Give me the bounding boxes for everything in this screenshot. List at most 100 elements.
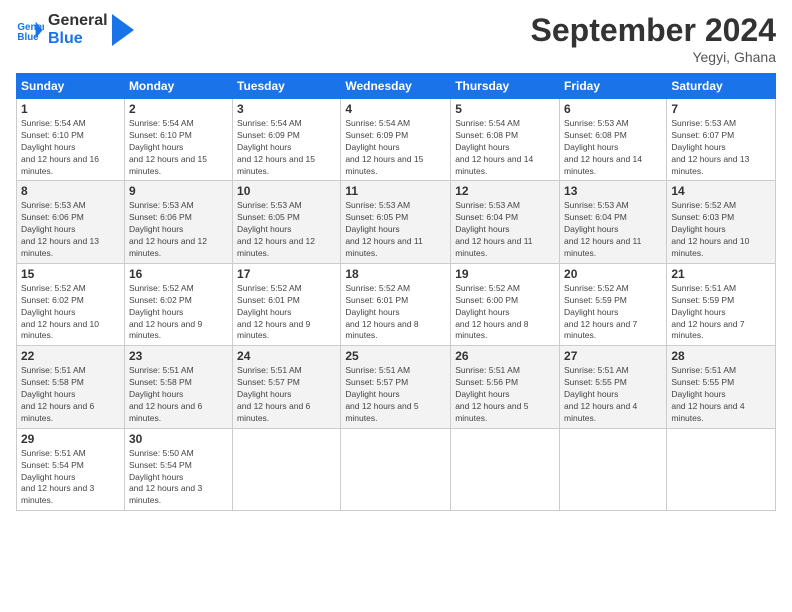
calendar-table: Sunday Monday Tuesday Wednesday Thursday… (16, 73, 776, 511)
table-cell: 10 Sunrise: 5:53 AM Sunset: 6:05 PM Dayl… (233, 181, 341, 263)
day-info: Sunrise: 5:53 AM Sunset: 6:05 PM Dayligh… (237, 200, 336, 259)
day-number: 14 (671, 184, 771, 198)
day-info: Sunrise: 5:50 AM Sunset: 5:54 PM Dayligh… (129, 448, 228, 507)
col-wednesday: Wednesday (341, 74, 451, 99)
day-info: Sunrise: 5:53 AM Sunset: 6:04 PM Dayligh… (455, 200, 555, 259)
table-cell: 16 Sunrise: 5:52 AM Sunset: 6:02 PM Dayl… (124, 263, 232, 345)
week-row-1: 1 Sunrise: 5:54 AM Sunset: 6:10 PM Dayli… (17, 99, 776, 181)
day-info: Sunrise: 5:53 AM Sunset: 6:04 PM Dayligh… (564, 200, 662, 259)
col-sunday: Sunday (17, 74, 125, 99)
table-cell: 4 Sunrise: 5:54 AM Sunset: 6:09 PM Dayli… (341, 99, 451, 181)
day-info: Sunrise: 5:53 AM Sunset: 6:06 PM Dayligh… (129, 200, 228, 259)
day-info: Sunrise: 5:54 AM Sunset: 6:08 PM Dayligh… (455, 118, 555, 177)
table-cell: 5 Sunrise: 5:54 AM Sunset: 6:08 PM Dayli… (451, 99, 560, 181)
col-monday: Monday (124, 74, 232, 99)
day-info: Sunrise: 5:54 AM Sunset: 6:10 PM Dayligh… (129, 118, 228, 177)
table-cell: 19 Sunrise: 5:52 AM Sunset: 6:00 PM Dayl… (451, 263, 560, 345)
week-row-2: 8 Sunrise: 5:53 AM Sunset: 6:06 PM Dayli… (17, 181, 776, 263)
location: Yegyi, Ghana (531, 49, 776, 65)
day-info: Sunrise: 5:51 AM Sunset: 5:55 PM Dayligh… (564, 365, 662, 424)
day-number: 17 (237, 267, 336, 281)
day-number: 9 (129, 184, 228, 198)
day-number: 10 (237, 184, 336, 198)
day-number: 22 (21, 349, 120, 363)
table-cell (233, 428, 341, 510)
weekday-header-row: Sunday Monday Tuesday Wednesday Thursday… (17, 74, 776, 99)
day-number: 23 (129, 349, 228, 363)
table-cell: 28 Sunrise: 5:51 AM Sunset: 5:55 PM Dayl… (667, 346, 776, 428)
table-cell: 3 Sunrise: 5:54 AM Sunset: 6:09 PM Dayli… (233, 99, 341, 181)
table-cell: 8 Sunrise: 5:53 AM Sunset: 6:06 PM Dayli… (17, 181, 125, 263)
day-info: Sunrise: 5:53 AM Sunset: 6:07 PM Dayligh… (671, 118, 771, 177)
day-number: 8 (21, 184, 120, 198)
table-cell: 15 Sunrise: 5:52 AM Sunset: 6:02 PM Dayl… (17, 263, 125, 345)
logo: General Blue General Blue (16, 12, 134, 47)
logo-icon: General Blue (16, 16, 44, 44)
col-friday: Friday (560, 74, 667, 99)
day-number: 24 (237, 349, 336, 363)
table-cell: 12 Sunrise: 5:53 AM Sunset: 6:04 PM Dayl… (451, 181, 560, 263)
day-info: Sunrise: 5:53 AM Sunset: 6:06 PM Dayligh… (21, 200, 120, 259)
day-number: 7 (671, 102, 771, 116)
header: General Blue General Blue September 2024… (16, 12, 776, 65)
day-info: Sunrise: 5:52 AM Sunset: 6:02 PM Dayligh… (129, 283, 228, 342)
table-cell: 1 Sunrise: 5:54 AM Sunset: 6:10 PM Dayli… (17, 99, 125, 181)
table-cell: 26 Sunrise: 5:51 AM Sunset: 5:56 PM Dayl… (451, 346, 560, 428)
day-info: Sunrise: 5:54 AM Sunset: 6:10 PM Dayligh… (21, 118, 120, 177)
table-cell: 30 Sunrise: 5:50 AM Sunset: 5:54 PM Dayl… (124, 428, 232, 510)
week-row-5: 29 Sunrise: 5:51 AM Sunset: 5:54 PM Dayl… (17, 428, 776, 510)
day-number: 16 (129, 267, 228, 281)
title-block: September 2024 Yegyi, Ghana (531, 12, 776, 65)
table-cell: 11 Sunrise: 5:53 AM Sunset: 6:05 PM Dayl… (341, 181, 451, 263)
day-info: Sunrise: 5:51 AM Sunset: 5:57 PM Dayligh… (345, 365, 446, 424)
day-number: 13 (564, 184, 662, 198)
table-cell: 13 Sunrise: 5:53 AM Sunset: 6:04 PM Dayl… (560, 181, 667, 263)
day-number: 25 (345, 349, 446, 363)
day-number: 21 (671, 267, 771, 281)
week-row-3: 15 Sunrise: 5:52 AM Sunset: 6:02 PM Dayl… (17, 263, 776, 345)
day-number: 20 (564, 267, 662, 281)
day-info: Sunrise: 5:52 AM Sunset: 6:03 PM Dayligh… (671, 200, 771, 259)
logo-arrow-icon (112, 14, 134, 46)
day-info: Sunrise: 5:52 AM Sunset: 6:01 PM Dayligh… (345, 283, 446, 342)
day-number: 5 (455, 102, 555, 116)
day-number: 12 (455, 184, 555, 198)
table-cell (451, 428, 560, 510)
table-cell: 18 Sunrise: 5:52 AM Sunset: 6:01 PM Dayl… (341, 263, 451, 345)
table-cell: 22 Sunrise: 5:51 AM Sunset: 5:58 PM Dayl… (17, 346, 125, 428)
day-info: Sunrise: 5:53 AM Sunset: 6:08 PM Dayligh… (564, 118, 662, 177)
table-cell (667, 428, 776, 510)
day-info: Sunrise: 5:51 AM Sunset: 5:58 PM Dayligh… (21, 365, 120, 424)
day-info: Sunrise: 5:51 AM Sunset: 5:59 PM Dayligh… (671, 283, 771, 342)
table-cell: 29 Sunrise: 5:51 AM Sunset: 5:54 PM Dayl… (17, 428, 125, 510)
day-info: Sunrise: 5:53 AM Sunset: 6:05 PM Dayligh… (345, 200, 446, 259)
day-number: 19 (455, 267, 555, 281)
table-cell: 23 Sunrise: 5:51 AM Sunset: 5:58 PM Dayl… (124, 346, 232, 428)
table-cell: 20 Sunrise: 5:52 AM Sunset: 5:59 PM Dayl… (560, 263, 667, 345)
table-cell: 7 Sunrise: 5:53 AM Sunset: 6:07 PM Dayli… (667, 99, 776, 181)
month-title: September 2024 (531, 12, 776, 49)
day-number: 29 (21, 432, 120, 446)
table-cell (560, 428, 667, 510)
day-number: 26 (455, 349, 555, 363)
day-info: Sunrise: 5:51 AM Sunset: 5:54 PM Dayligh… (21, 448, 120, 507)
day-number: 18 (345, 267, 446, 281)
table-cell: 21 Sunrise: 5:51 AM Sunset: 5:59 PM Dayl… (667, 263, 776, 345)
table-cell: 6 Sunrise: 5:53 AM Sunset: 6:08 PM Dayli… (560, 99, 667, 181)
day-info: Sunrise: 5:51 AM Sunset: 5:57 PM Dayligh… (237, 365, 336, 424)
day-info: Sunrise: 5:52 AM Sunset: 6:01 PM Dayligh… (237, 283, 336, 342)
table-cell (341, 428, 451, 510)
col-saturday: Saturday (667, 74, 776, 99)
logo-general: General (48, 12, 108, 30)
page: General Blue General Blue September 2024… (0, 0, 792, 612)
logo-blue: Blue (48, 30, 108, 48)
table-cell: 14 Sunrise: 5:52 AM Sunset: 6:03 PM Dayl… (667, 181, 776, 263)
day-number: 28 (671, 349, 771, 363)
week-row-4: 22 Sunrise: 5:51 AM Sunset: 5:58 PM Dayl… (17, 346, 776, 428)
day-number: 15 (21, 267, 120, 281)
col-tuesday: Tuesday (233, 74, 341, 99)
day-number: 4 (345, 102, 446, 116)
day-info: Sunrise: 5:52 AM Sunset: 6:02 PM Dayligh… (21, 283, 120, 342)
day-number: 11 (345, 184, 446, 198)
table-cell: 2 Sunrise: 5:54 AM Sunset: 6:10 PM Dayli… (124, 99, 232, 181)
